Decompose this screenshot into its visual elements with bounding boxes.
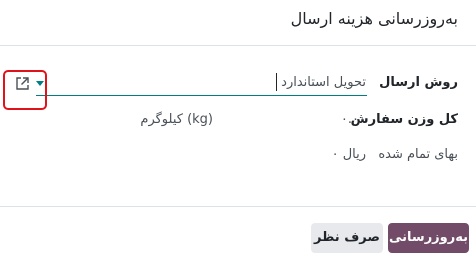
total-weight-label: کل وزن سفارش [350,112,458,127]
total-weight-unit: کیلوگرم (kg) [140,112,213,127]
text-cursor [276,73,277,91]
update-button[interactable]: به‌روزرسانی [388,223,469,253]
shipping-method-input[interactable]: تحویل استاندارد [281,75,366,90]
cost-label: بهای تمام شده [378,147,458,162]
discard-button[interactable]: صرف نظر [311,223,383,253]
dialog-title: به‌روزرسانی هزینه ارسال [290,9,458,28]
shipping-method-label: روش ارسال [379,75,458,90]
total-weight-value: ۰.۰۰ [340,112,366,127]
highlight-box [3,70,47,110]
cost-value: ۰ ریال [331,147,366,162]
footer-divider [0,206,476,207]
header-divider [0,45,476,46]
shipping-method-underline [36,95,367,96]
